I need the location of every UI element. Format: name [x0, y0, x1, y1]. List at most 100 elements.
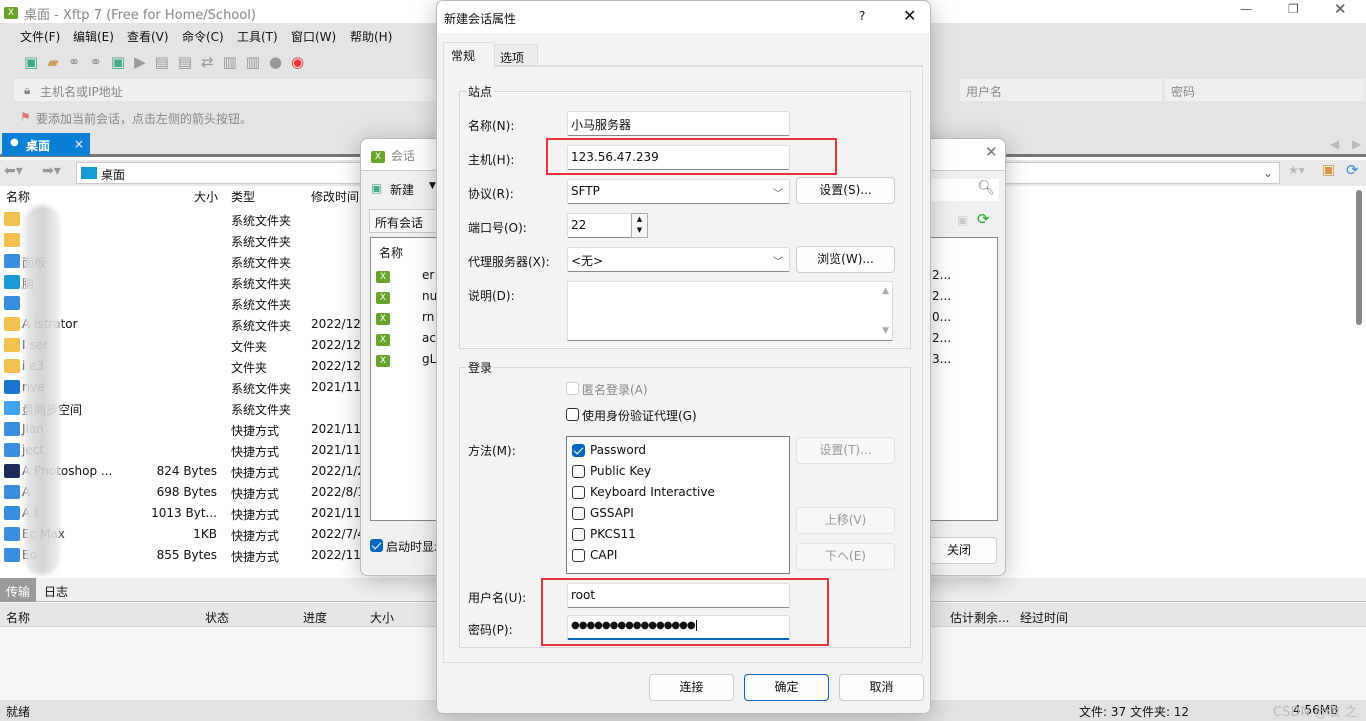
copy-icon[interactable]: ▥ — [223, 53, 246, 71]
new-dropdown-icon[interactable]: ▼ — [429, 181, 436, 191]
anonymous-checkbox[interactable] — [566, 382, 579, 395]
menu-help[interactable]: 帮助(H) — [350, 28, 392, 45]
menu-tools[interactable]: 工具(T) — [237, 28, 278, 45]
new-session-icon[interactable]: ▣ — [24, 53, 47, 71]
session-settings-icon[interactable]: ▣ — [111, 53, 134, 71]
favorite-star-icon[interactable]: ★▾ — [1288, 163, 1305, 177]
open-folder-icon[interactable]: ▰ — [47, 53, 68, 71]
move-down-button[interactable]: 下へ(E) — [796, 543, 895, 570]
session-close-icon[interactable]: ✕ — [985, 143, 998, 161]
session-refresh-icon[interactable]: ⟳ — [977, 210, 990, 228]
move-up-button[interactable]: 上移(V) — [796, 507, 895, 534]
tab-log[interactable]: 日志 — [44, 583, 68, 600]
globe-icon[interactable]: ● — [269, 53, 291, 71]
method-item[interactable]: Password — [572, 442, 782, 462]
method-item[interactable]: Public Key — [572, 463, 782, 483]
protocol-select[interactable]: SFTP ﹀ — [567, 179, 790, 204]
session-search-input[interactable]: 🔍︎ — [921, 179, 999, 201]
name-input[interactable]: 小马服务器 — [567, 111, 790, 136]
method-item[interactable]: PKCS11 — [572, 526, 782, 546]
description-textarea[interactable]: ▲ ▼ — [567, 281, 893, 341]
refresh-icon[interactable]: ⟳ — [1346, 161, 1359, 179]
file-list-scrollbar[interactable] — [1356, 190, 1362, 325]
col-transfer-elapsed[interactable]: 经过时间 — [1020, 609, 1068, 626]
col-transfer-eta[interactable]: 估计剩余... — [950, 609, 1009, 626]
method-checkbox[interactable] — [572, 486, 585, 499]
link-icon[interactable]: ⚭ — [68, 53, 90, 71]
maximize-button[interactable]: ❐ — [1288, 2, 1299, 16]
back-button[interactable]: ⬅▾ — [4, 163, 23, 179]
method-item[interactable]: Keyboard Interactive — [572, 484, 782, 504]
col-type[interactable]: 类型 — [231, 188, 255, 205]
transfer-icon[interactable]: ⇄ — [201, 53, 223, 71]
tab-desktop[interactable]: ● 桌面 × — [2, 133, 90, 156]
help-button[interactable]: ? — [859, 9, 865, 23]
port-input[interactable]: 22 — [567, 213, 632, 238]
path-dropdown-icon[interactable]: ⌄ — [1263, 166, 1273, 180]
tab-scroll-left-icon[interactable]: ◀ — [1330, 137, 1339, 151]
paste-icon[interactable]: ▥ — [246, 53, 269, 71]
auth-agent-checkbox[interactable] — [566, 408, 579, 421]
unlink-icon[interactable]: ⚭ — [89, 53, 111, 71]
menu-view[interactable]: 查看(V) — [127, 28, 169, 45]
shortcut-icon — [4, 443, 20, 457]
method-checkbox[interactable] — [572, 444, 585, 457]
close-window-button[interactable]: ✕ — [1334, 0, 1347, 18]
method-checkbox[interactable] — [572, 549, 585, 562]
highlight-box-host — [546, 138, 837, 175]
port-stepper[interactable]: ▲ ▼ — [631, 213, 648, 238]
tab-scroll-right-icon[interactable]: ▶ — [1352, 137, 1361, 151]
col-transfer-name[interactable]: 名称 — [6, 609, 30, 626]
cancel-button[interactable]: 取消 — [839, 674, 924, 701]
method-checkbox[interactable] — [572, 528, 585, 541]
col-modified[interactable]: 修改时间 — [311, 188, 359, 205]
method-checkbox[interactable] — [572, 507, 585, 520]
method-settings-button[interactable]: 设置(T)... — [796, 437, 895, 464]
method-item[interactable]: GSSAPI — [572, 505, 782, 525]
properties-close-button[interactable]: ✕ — [903, 6, 916, 25]
parent-folder-icon[interactable]: ▣ — [1322, 162, 1335, 178]
method-checkbox[interactable] — [572, 465, 585, 478]
col-transfer-progress[interactable]: 进度 — [303, 609, 327, 626]
minimize-button[interactable]: — — [1240, 2, 1252, 16]
tab-general[interactable]: 常规 — [443, 42, 495, 67]
session-col-name[interactable]: 名称 — [379, 244, 403, 261]
tab-transfer[interactable]: 传输 — [0, 578, 36, 602]
show-on-startup-checkbox[interactable] — [370, 539, 383, 552]
col-size[interactable]: 大小 — [194, 188, 218, 205]
new-session-button[interactable]: 新建 — [390, 181, 414, 198]
download-icon[interactable]: ▤ — [178, 53, 201, 71]
tab-close-button[interactable]: × — [74, 137, 84, 151]
col-transfer-status[interactable]: 状态 — [205, 609, 229, 626]
search-icon[interactable]: 🔍︎ — [977, 180, 995, 196]
scroll-down-icon[interactable]: ▼ — [882, 326, 889, 336]
play-icon[interactable]: ▶ — [134, 53, 155, 71]
method-item[interactable]: CAPI — [572, 547, 782, 567]
menu-file[interactable]: 文件(F) — [20, 28, 60, 45]
col-name[interactable]: 名称 — [6, 188, 30, 205]
file-modified: 2021/11, — [311, 422, 365, 436]
username-input[interactable]: 用户名 — [960, 79, 1162, 101]
ok-button[interactable]: 确定 — [744, 674, 829, 701]
xshell-icon[interactable]: ◉ — [291, 53, 313, 71]
port-down-icon[interactable]: ▼ — [632, 225, 647, 236]
scroll-up-icon[interactable]: ▲ — [882, 286, 889, 296]
protocol-settings-button[interactable]: 设置(S)... — [796, 177, 895, 204]
menu-window[interactable]: 窗口(W) — [291, 28, 336, 45]
session-close-button[interactable]: 关闭 — [921, 537, 997, 564]
port-up-icon[interactable]: ▲ — [632, 214, 647, 225]
connect-button[interactable]: 连接 — [649, 674, 734, 701]
password-input[interactable]: 密码 — [1165, 79, 1365, 101]
upload-icon[interactable]: ▤ — [155, 53, 178, 71]
tab-options[interactable]: 选项 — [494, 44, 538, 66]
forward-button[interactable]: ➡▾ — [42, 163, 61, 179]
menu-edit[interactable]: 编辑(E) — [73, 28, 114, 45]
browse-button[interactable]: 浏览(W)... — [796, 246, 895, 273]
proxy-select[interactable]: <无> ﹀ — [567, 247, 790, 272]
menu-command[interactable]: 命令(C) — [182, 28, 224, 45]
col-transfer-size[interactable]: 大小 — [370, 609, 394, 626]
host-input[interactable]: 🔒︎ 主机名或IP地址 — [14, 79, 438, 101]
bookmark-arrow-icon[interactable]: ⚑ — [20, 110, 31, 124]
file-type: 文件夹 — [231, 361, 268, 375]
upload-folder-icon[interactable]: ▣ — [957, 213, 968, 227]
